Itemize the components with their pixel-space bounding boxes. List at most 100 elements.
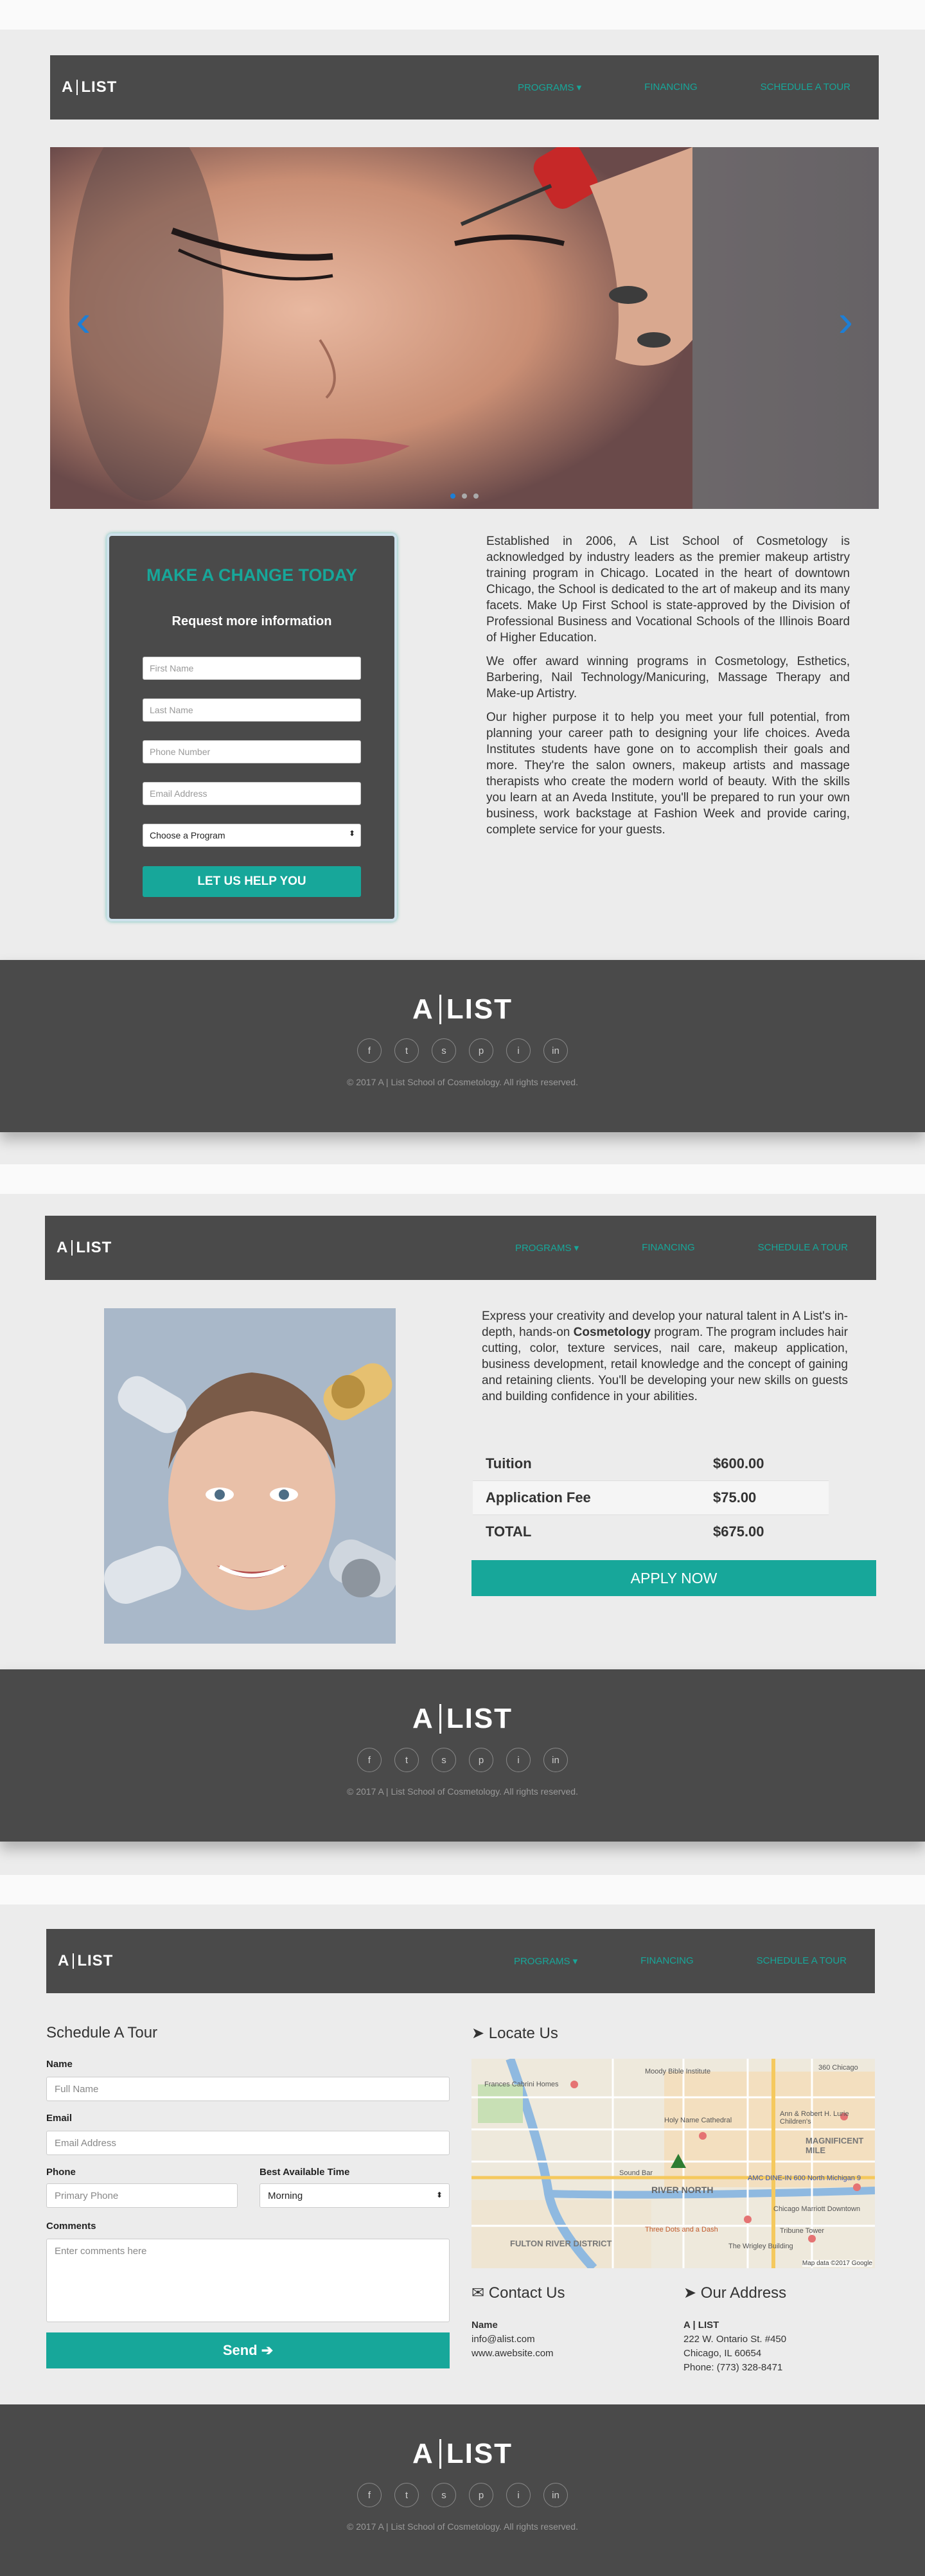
time-select-value: Morning [268,2190,303,2201]
map[interactable]: Moody Bible Institute 360 Chicago France… [471,2059,875,2268]
social-links: f t s p i in [0,1038,925,1063]
twitter-icon[interactable]: t [394,1038,419,1063]
map-label: Moody Bible Institute [645,2068,711,2075]
contact-website[interactable]: www.awebsite.com [471,2347,554,2361]
email-input[interactable]: Email Address [46,2131,450,2155]
map-label: Ann & Robert H. Lurie Children's [780,2110,849,2126]
lead-submit-button[interactable]: LET US HELP YOU [143,866,361,897]
top-band [0,0,925,30]
address-info: A | LIST 222 W. Ontario St. #450 Chicago… [683,2318,786,2375]
first-name-input[interactable]: First Name [143,657,361,680]
fee-row: Tuition $600.00 [473,1447,829,1480]
snapchat-icon[interactable]: s [432,2483,456,2507]
phone-input[interactable]: Phone Number [143,740,361,763]
nav-financing[interactable]: FINANCING [640,1955,694,1967]
nav-programs[interactable]: PROGRAMS ▾ [518,82,581,93]
carousel-dot[interactable] [473,493,479,499]
select-arrows-icon: ⬍ [436,2190,443,2199]
contact-title: ✉ Contact Us [471,2284,565,2302]
pinterest-icon[interactable]: p [469,2483,493,2507]
nav-schedule-tour[interactable]: SCHEDULE A TOUR [757,1955,847,1967]
navbar-3: A LIST PROGRAMS ▾ FINANCING SCHEDULE A TO… [46,1929,875,1993]
send-button[interactable]: Send ➔ [46,2332,450,2368]
twitter-icon[interactable]: t [394,1748,419,1772]
map-attribution: Map data ©2017 Google [802,2260,872,2267]
instagram-icon[interactable]: i [506,1748,531,1772]
navbar-2: A LIST PROGRAMS ▾ FINANCING SCHEDULE A TO… [45,1216,876,1280]
map-label: The Wrigley Building [728,2243,793,2250]
facebook-icon[interactable]: f [357,1038,382,1063]
nav-financing[interactable]: FINANCING [642,1242,695,1254]
address-name: A | LIST [683,2320,719,2331]
map-label: AMC DINE-IN 600 North Michigan 9 [748,2174,861,2182]
full-name-input[interactable]: Full Name [46,2077,450,2101]
about-text: Established in 2006, A List School of Co… [486,533,850,846]
carousel-next-arrow[interactable]: › [838,295,853,346]
fee-table: Tuition $600.00 Application Fee $75.00 T… [473,1447,829,1549]
comments-textarea[interactable]: Enter comments here [46,2239,450,2322]
time-label: Best Available Time [260,2167,350,2178]
footer-2: A LIST f t s p i in © 2017 A | List Schoo… [0,1669,925,1842]
logo[interactable]: A LIST [57,1239,112,1257]
lead-form-title: MAKE A CHANGE TODAY [146,565,358,585]
phone-label: Phone [46,2167,76,2178]
copyright: © 2017 A | List School of Cosmetology. A… [347,2521,578,2532]
pinterest-icon[interactable]: p [469,1038,493,1063]
time-select[interactable]: Morning ⬍ [260,2183,450,2208]
email-input[interactable]: Email Address [143,782,361,805]
instagram-icon[interactable]: i [506,2483,531,2507]
apply-now-button[interactable]: APPLY NOW [471,1560,876,1596]
carousel-prev-arrow[interactable]: ‹ [76,295,91,346]
copyright: © 2017 A | List School of Cosmetology. A… [347,1786,578,1797]
snapchat-icon[interactable]: s [432,1748,456,1772]
fee-label: Tuition [486,1455,532,1471]
map-label: Frances Cabrini Homes [484,2081,559,2088]
about-paragraph-2: We offer award winning programs in Cosme… [486,655,850,700]
snapchat-icon[interactable]: s [432,1038,456,1063]
linkedin-icon[interactable]: in [543,2483,568,2507]
name-label: Name [46,2059,73,2070]
carousel-dots[interactable] [450,493,479,499]
footer-logo[interactable]: A LIST [0,1703,925,1735]
linkedin-icon[interactable]: in [543,1038,568,1063]
hero-image [50,147,879,509]
hero-carousel: ‹ › [50,147,879,509]
nav-schedule-tour[interactable]: SCHEDULE A TOUR [761,82,850,93]
pinterest-icon[interactable]: p [469,1748,493,1772]
select-arrows-icon: ⬍ [348,829,355,838]
contact-email[interactable]: info@alist.com [471,2332,554,2347]
copyright: © 2017 A | List School of Cosmetology. A… [347,1077,578,1087]
page-2-band [0,1164,925,1194]
nav-programs[interactable]: PROGRAMS ▾ [515,1242,579,1254]
carousel-dot[interactable] [450,493,455,499]
contact-info: Name info@alist.com www.awebsite.com [471,2318,554,2361]
last-name-input[interactable]: Last Name [143,698,361,722]
fee-label: Application Fee [486,1489,591,1506]
phone-input[interactable]: Primary Phone [46,2183,238,2208]
facebook-icon[interactable]: f [357,1748,382,1772]
email-label: Email [46,2113,73,2124]
location-arrow-icon: ➤ [471,2025,489,2042]
logo[interactable]: A LIST [58,1952,113,1970]
map-label: Three Dots and a Dash [645,2226,718,2234]
map-label: RIVER NORTH [651,2185,714,2195]
map-label: FULTON RIVER DISTRICT [510,2239,612,2248]
fee-row: Application Fee $75.00 [473,1480,829,1515]
program-select[interactable]: Choose a Program ⬍ [143,824,361,847]
nav-financing[interactable]: FINANCING [644,82,698,93]
comments-label: Comments [46,2221,96,2232]
footer-logo[interactable]: A LIST [0,993,925,1026]
footer-logo[interactable]: A LIST [0,2438,925,2470]
logo[interactable]: A LIST [62,78,117,96]
facebook-icon[interactable]: f [357,2483,382,2507]
address-title: ➤ Our Address [683,2284,787,2302]
location-arrow-icon: ➤ [683,2284,701,2302]
instagram-icon[interactable]: i [506,1038,531,1063]
nav-schedule-tour[interactable]: SCHEDULE A TOUR [758,1242,848,1254]
twitter-icon[interactable]: t [394,2483,419,2507]
carousel-dot[interactable] [462,493,467,499]
fee-label: TOTAL [486,1523,532,1540]
map-label: Sound Bar [619,2169,653,2177]
linkedin-icon[interactable]: in [543,1748,568,1772]
nav-programs[interactable]: PROGRAMS ▾ [514,1955,577,1967]
